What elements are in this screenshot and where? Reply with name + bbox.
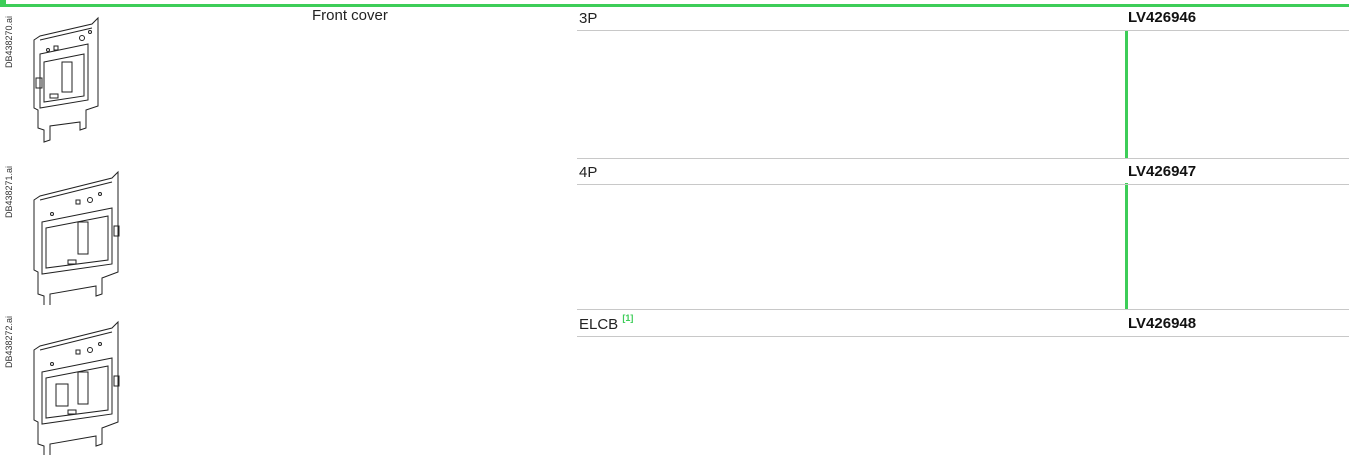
figure-id: DB438270.ai bbox=[4, 15, 14, 68]
front-cover-3p-drawing bbox=[33, 16, 99, 143]
row-divider bbox=[577, 184, 1349, 185]
reference-number: LV426948 bbox=[1128, 315, 1197, 332]
component-label: Front cover bbox=[312, 7, 388, 24]
figure-id: DB438271.ai bbox=[4, 165, 14, 218]
product-figure-2: DB438271.ai bbox=[0, 158, 130, 308]
row-divider bbox=[577, 30, 1349, 31]
variant-label: ELCB [1] bbox=[579, 313, 634, 333]
front-cover-elcb-drawing bbox=[33, 320, 120, 455]
figure-id: DB438272.ai bbox=[4, 315, 14, 368]
reference-number: LV426946 bbox=[1128, 9, 1197, 26]
header-green-rule bbox=[0, 4, 1349, 7]
variant-label: 4P bbox=[579, 164, 598, 181]
reference-number: LV426947 bbox=[1128, 163, 1197, 180]
variant-label: 3P bbox=[579, 10, 598, 27]
reference-column-accent-1 bbox=[1125, 30, 1128, 158]
reference-column-accent-2 bbox=[1125, 183, 1128, 309]
product-figure-3: DB438272.ai bbox=[0, 308, 130, 458]
product-figure-1: DB438270.ai bbox=[0, 8, 130, 158]
footnote-marker: [1] bbox=[622, 313, 634, 323]
row-divider bbox=[577, 158, 1349, 159]
front-cover-4p-drawing bbox=[33, 170, 120, 305]
row-divider bbox=[577, 309, 1349, 310]
row-divider bbox=[577, 336, 1349, 337]
